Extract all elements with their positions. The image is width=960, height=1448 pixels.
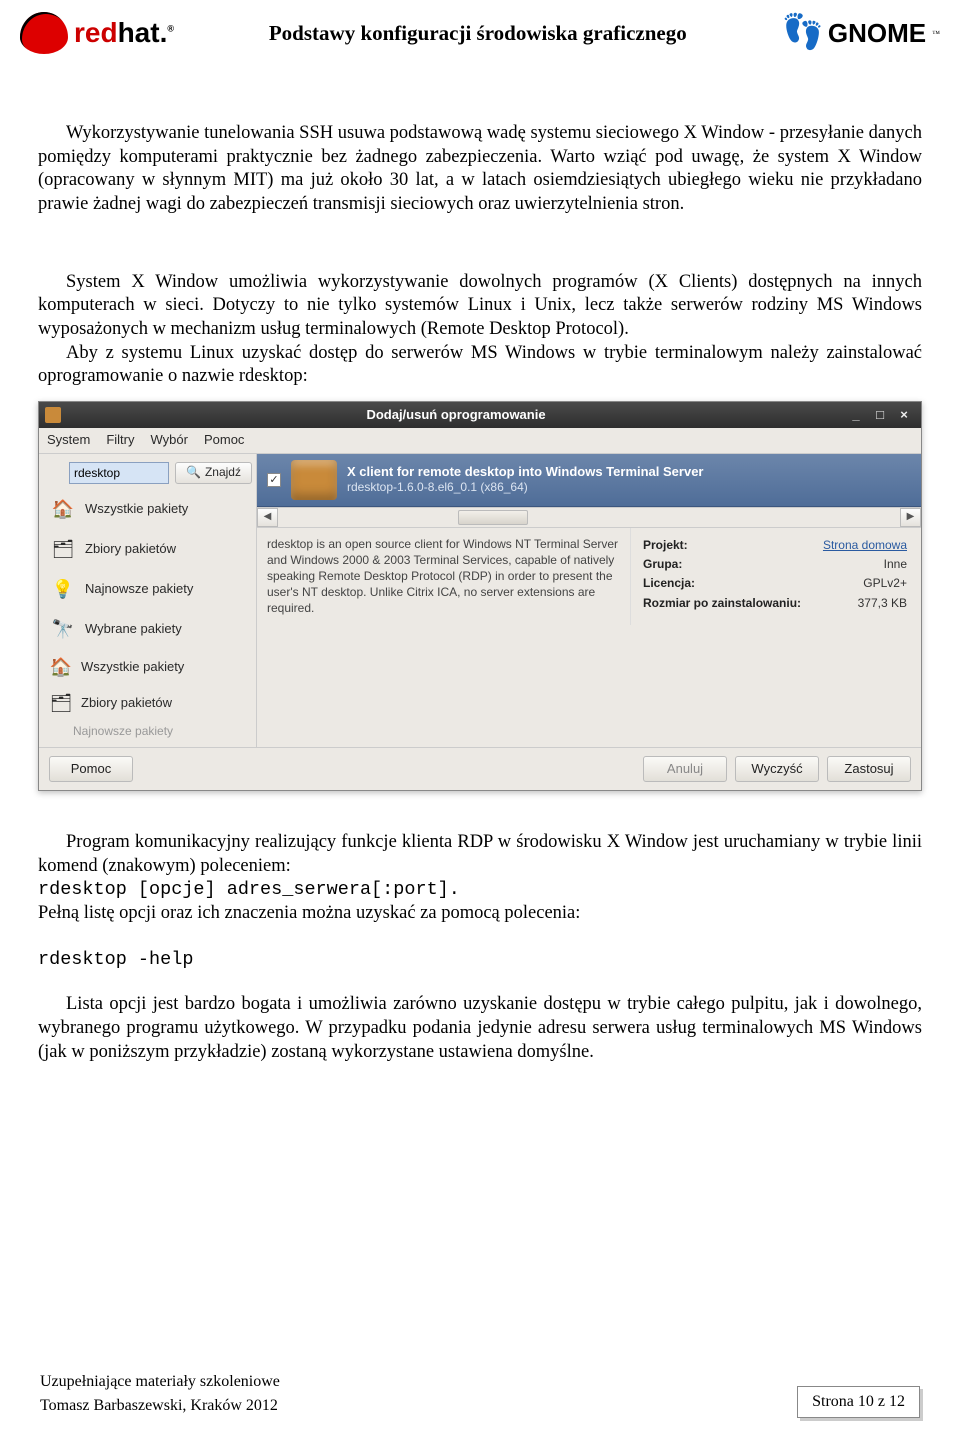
redhat-tm: ® <box>167 24 174 34</box>
package-description: rdesktop is an open source client for Wi… <box>257 528 631 625</box>
window-title: Dodaj/usuń oprogramowanie <box>69 407 843 424</box>
sidebar-item-label: Zbiory pakietów <box>85 541 176 558</box>
scroll-thumb[interactable] <box>458 510 528 525</box>
sidebar: 🔍Znajdź 🏠 Wszystkie pakiety 🗂 Zbiory pak… <box>39 454 257 747</box>
cancel-button[interactable]: Anuluj <box>643 756 727 782</box>
redhat-text-black: hat. <box>118 17 168 48</box>
sidebar-item-all-packages[interactable]: 🏠 Wszystkie pakiety <box>39 490 256 530</box>
search-input[interactable] <box>69 462 169 484</box>
paragraph-4: Lista opcji jest bardzo bogata i umożliw… <box>38 993 922 1064</box>
footer-line2: Tomasz Barbaszewski, Kraków 2012 <box>40 1394 280 1418</box>
footer-line1: Uzupełniające materiały szkoleniowe <box>40 1370 280 1394</box>
meta-size-val: 377,3 KB <box>815 594 907 613</box>
meta-project-link[interactable]: Strona domowa <box>823 538 907 552</box>
scroll-right-icon[interactable]: ▶ <box>900 508 921 527</box>
meta-size-key: Rozmiar po zainstalowaniu: <box>643 594 815 613</box>
page-footer: Uzupełniające materiały szkoleniowe Toma… <box>0 1370 960 1418</box>
command-1: rdesktop [opcje] adres_serwera[:port]. <box>38 878 922 902</box>
horizontal-scrollbar[interactable]: ◀ ▶ <box>257 507 921 528</box>
find-button-label: Znajdź <box>205 465 241 480</box>
menu-system[interactable]: System <box>47 432 90 449</box>
binoculars-icon: 🔭 <box>49 616 77 644</box>
package-version: rdesktop-1.6.0-8.el6_0.1 (x86_64) <box>347 480 704 495</box>
help-button[interactable]: Pomoc <box>49 756 133 782</box>
action-bar: Pomoc Anuluj Wyczyść Zastosuj <box>39 747 921 790</box>
paragraph-2a: System X Window umożliwia wykorzystywani… <box>38 271 922 342</box>
package-meta: Projekt: Strona domowa Grupa: Inne Licen… <box>631 528 921 625</box>
redhat-text-red: red <box>74 17 118 48</box>
sidebar-item-newest[interactable]: 💡 Najnowsze pakiety <box>39 570 256 610</box>
paragraph-3b: Pełną listę opcji oraz ich znaczenia moż… <box>38 902 922 926</box>
sidebar-item-label: Najnowsze pakiety <box>85 581 193 598</box>
folder-icon: 🗂 <box>49 692 73 716</box>
package-box-icon <box>291 460 337 500</box>
package-checkbox[interactable]: ✓ <box>267 473 281 487</box>
command-2: rdesktop -help <box>38 948 922 972</box>
main-area: ✓ X client for remote desktop into Windo… <box>257 454 921 747</box>
bulb-icon: 💡 <box>49 576 77 604</box>
menu-select[interactable]: Wybór <box>151 432 188 449</box>
package-result-row[interactable]: ✓ X client for remote desktop into Windo… <box>257 454 921 507</box>
close-button[interactable]: × <box>893 406 915 424</box>
redhat-hat-icon <box>20 12 68 54</box>
meta-group-key: Grupa: <box>643 555 815 574</box>
menubar: System Filtry Wybór Pomoc <box>39 428 921 454</box>
gnome-text: GNOME <box>828 18 926 49</box>
menu-help[interactable]: Pomoc <box>204 432 244 449</box>
meta-license-key: Licencja: <box>643 574 815 593</box>
sidebar-item-selected[interactable]: 🔭 Wybrane pakiety <box>39 610 256 650</box>
meta-license-val: GPLv2+ <box>815 574 907 593</box>
find-button[interactable]: 🔍Znajdź <box>175 462 252 484</box>
sidebar-item-label: Wszystkie pakiety <box>81 659 184 676</box>
page-number: Strona 10 z 12 <box>797 1386 920 1418</box>
window-icon <box>45 407 61 423</box>
paragraph-1: Wykorzystywanie tunelowania SSH usuwa po… <box>38 122 922 217</box>
meta-project-key: Projekt: <box>643 536 815 555</box>
apply-button[interactable]: Zastosuj <box>827 756 911 782</box>
sidebar-item-collections[interactable]: 🗂 Zbiory pakietów <box>39 530 256 570</box>
menu-filters[interactable]: Filtry <box>106 432 134 449</box>
sidebar-item-label: Wszystkie pakiety <box>85 501 188 518</box>
house-icon: 🏠 <box>49 656 73 680</box>
gnome-foot-icon: 👣 <box>782 16 824 50</box>
folder-icon: 🗂 <box>49 536 77 564</box>
gnome-tm: ™ <box>932 29 940 38</box>
meta-group-val: Inne <box>815 555 907 574</box>
sidebar-item-label: Zbiory pakietów <box>81 695 172 712</box>
sidebar-item-cutoff: Najnowsze pakiety <box>39 722 256 747</box>
header-title: Podstawy konfiguracji środowiska graficz… <box>174 21 782 46</box>
sidebar-item-collections-2[interactable]: 🗂 Zbiory pakietów <box>39 686 256 722</box>
redhat-logo: redhat.® <box>20 12 174 54</box>
minimize-button[interactable]: _ <box>845 406 867 424</box>
software-manager-window: Dodaj/usuń oprogramowanie _ □ × System F… <box>38 401 922 791</box>
package-title: X client for remote desktop into Windows… <box>347 464 704 481</box>
page-header: redhat.® Podstawy konfiguracji środowisk… <box>0 0 960 62</box>
gnome-logo: 👣 GNOME ™ <box>782 16 940 50</box>
maximize-button[interactable]: □ <box>869 406 891 424</box>
clear-button[interactable]: Wyczyść <box>735 756 819 782</box>
sidebar-item-label: Wybrane pakiety <box>85 621 182 638</box>
house-icon: 🏠 <box>49 496 77 524</box>
sidebar-item-all-packages-2[interactable]: 🏠 Wszystkie pakiety <box>39 650 256 686</box>
document-body: Wykorzystywanie tunelowania SSH usuwa po… <box>0 62 960 1064</box>
paragraph-2b: Aby z systemu Linux uzyskać dostęp do se… <box>38 342 922 389</box>
paragraph-3a: Program komunikacyjny realizujący funkcj… <box>38 831 922 878</box>
window-titlebar[interactable]: Dodaj/usuń oprogramowanie _ □ × <box>39 402 921 428</box>
scroll-left-icon[interactable]: ◀ <box>257 508 278 527</box>
